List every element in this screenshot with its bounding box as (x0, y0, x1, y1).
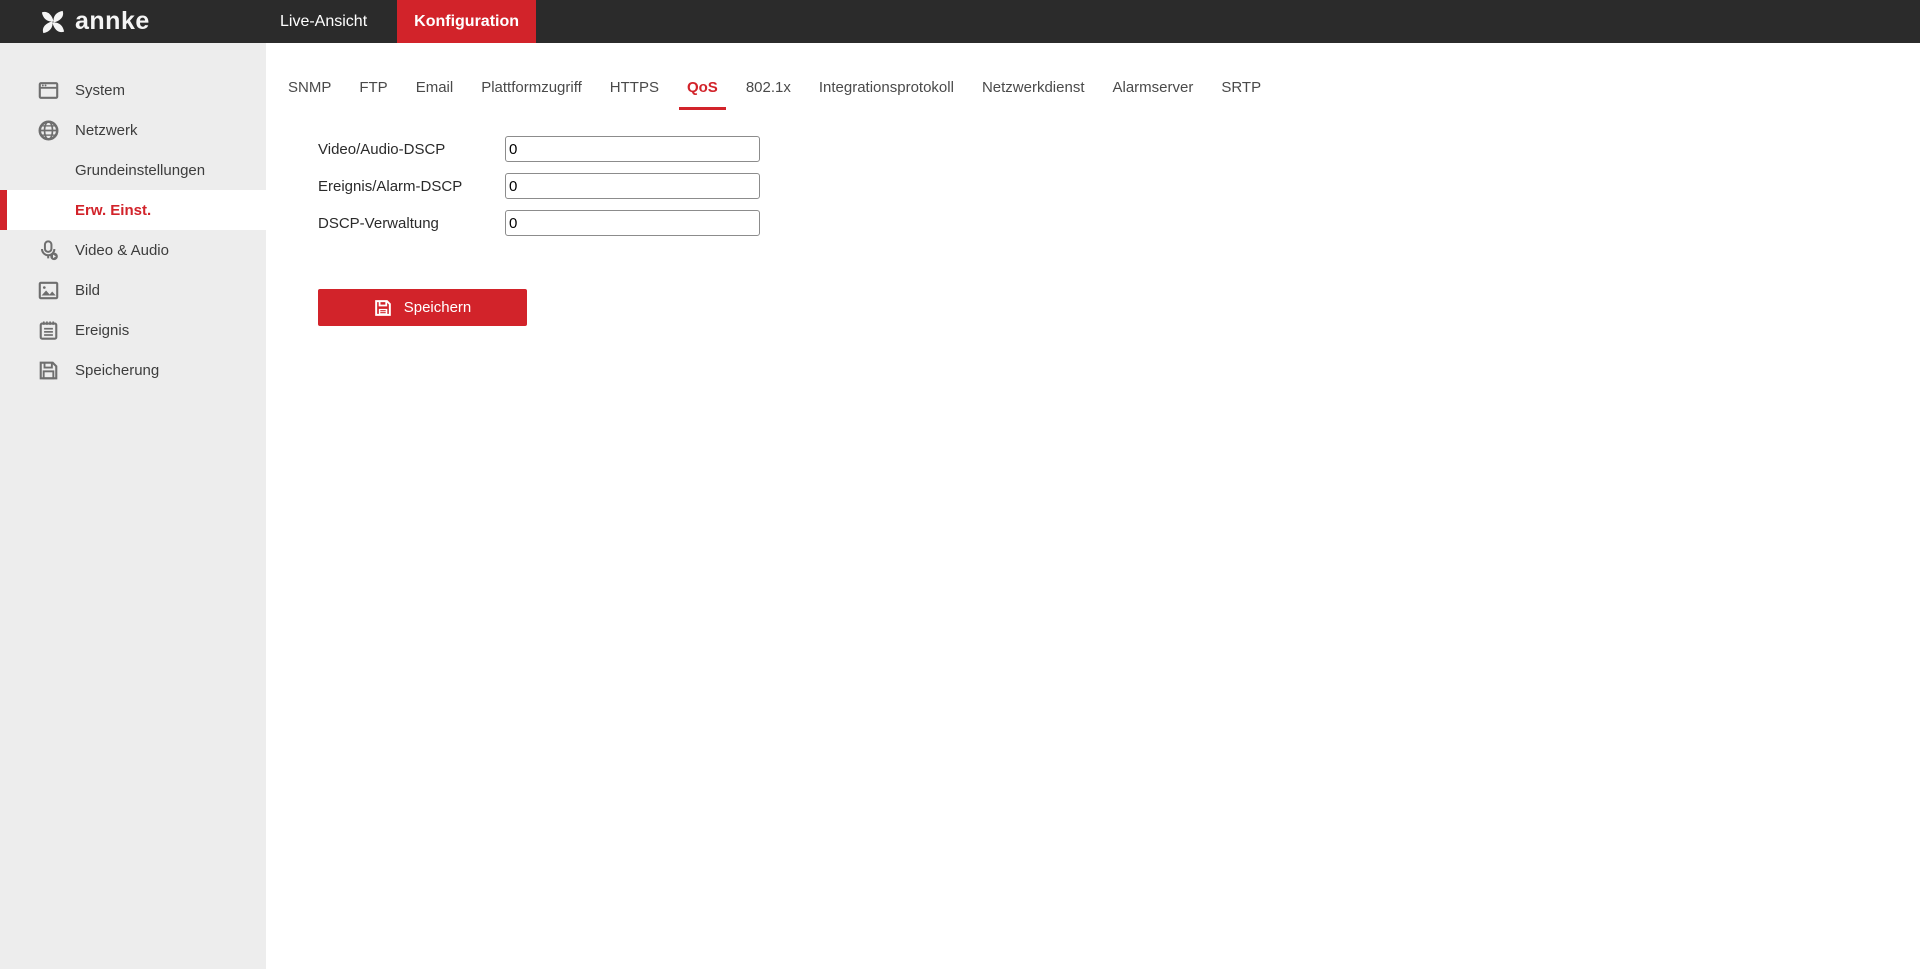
topbar: annke Live-Ansicht Konfiguration (0, 0, 1920, 43)
sidebar: System Netzwerk Grundeinstellungen Erw. … (0, 43, 266, 969)
sidebar-item-ereignis[interactable]: Ereignis (0, 310, 266, 350)
image-icon (38, 280, 59, 301)
form-row-ereignis-alarm-dscp: Ereignis/Alarm-DSCP (318, 173, 1920, 199)
tab-srtp[interactable]: SRTP (1207, 73, 1275, 110)
sidebar-item-netzwerk[interactable]: Netzwerk (0, 110, 266, 150)
sidebar-item-label: Bild (75, 281, 101, 299)
tab-https[interactable]: HTTPS (596, 73, 673, 110)
form-row-dscp-verwaltung: DSCP-Verwaltung (318, 210, 1920, 236)
sidebar-item-label: Ereignis (75, 321, 130, 339)
top-tab-live-ansicht[interactable]: Live-Ansicht (250, 0, 397, 43)
tab-email[interactable]: Email (402, 73, 468, 110)
form-row-video-audio-dscp: Video/Audio-DSCP (318, 136, 1920, 162)
sidebar-item-video-audio[interactable]: Video & Audio (0, 230, 266, 270)
settings-tabs: SNMP FTP Email Plattformzugriff HTTPS Qo… (274, 73, 1920, 110)
sidebar-item-label: Grundeinstellungen (75, 161, 206, 179)
annke-pinwheel-icon (38, 7, 68, 37)
annke-logo: annke (38, 0, 150, 43)
save-button[interactable]: Speichern (318, 289, 527, 326)
ereignis-alarm-dscp-input[interactable] (505, 173, 760, 199)
tab-alarmserver[interactable]: Alarmserver (1099, 73, 1208, 110)
video-audio-dscp-input[interactable] (505, 136, 760, 162)
save-floppy-icon (374, 299, 392, 317)
window-icon (38, 80, 59, 101)
video-audio-dscp-label: Video/Audio-DSCP (318, 140, 446, 158)
tab-netzwerkdienst[interactable]: Netzwerkdienst (968, 73, 1099, 110)
sidebar-item-label: Netzwerk (75, 121, 138, 139)
tab-integrationsprotokoll[interactable]: Integrationsprotokoll (805, 73, 968, 110)
sidebar-item-bild[interactable]: Bild (0, 270, 266, 310)
sidebar-item-label: Erw. Einst. (75, 201, 152, 219)
tab-snmp[interactable]: SNMP (274, 73, 345, 110)
sidebar-item-label: Video & Audio (75, 241, 169, 259)
save-button-label: Speichern (403, 299, 472, 316)
sidebar-item-grundeinstellungen[interactable]: Grundeinstellungen (0, 150, 266, 190)
top-nav: Live-Ansicht Konfiguration (250, 0, 537, 43)
dscp-verwaltung-input[interactable] (505, 210, 760, 236)
logo-text: annke (75, 7, 150, 35)
sidebar-item-label: System (75, 81, 126, 99)
top-tab-konfiguration[interactable]: Konfiguration (397, 0, 537, 43)
tab-8021x[interactable]: 802.1x (732, 73, 805, 110)
sidebar-item-erw-einst[interactable]: Erw. Einst. (0, 190, 266, 230)
sidebar-item-speicherung[interactable]: Speicherung (0, 350, 266, 390)
dscp-verwaltung-label: DSCP-Verwaltung (318, 214, 439, 232)
floppy-disk-icon (38, 360, 59, 381)
ereignis-alarm-dscp-label: Ereignis/Alarm-DSCP (318, 177, 463, 195)
main-content: SNMP FTP Email Plattformzugriff HTTPS Qo… (266, 43, 1920, 969)
tab-ftp[interactable]: FTP (345, 73, 401, 110)
qos-form: Video/Audio-DSCP Ereignis/Alarm-DSCP DSC… (318, 136, 1920, 236)
tab-qos[interactable]: QoS (673, 73, 732, 110)
globe-icon (38, 120, 59, 141)
sidebar-item-system[interactable]: System (0, 70, 266, 110)
microphone-icon (38, 239, 59, 261)
sidebar-item-label: Speicherung (75, 361, 160, 379)
tab-plattformzugriff[interactable]: Plattformzugriff (467, 73, 596, 110)
event-notepad-icon (38, 320, 59, 341)
